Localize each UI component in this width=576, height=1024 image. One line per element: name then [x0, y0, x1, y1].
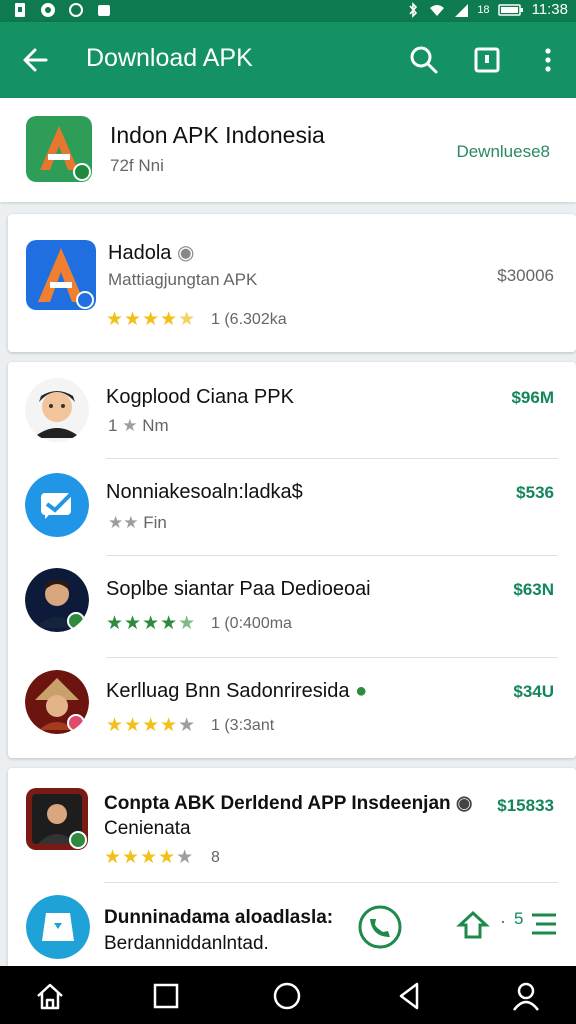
rating-count: 1 (3:3ant	[211, 717, 275, 734]
phone-icon[interactable]	[358, 905, 402, 949]
navigation-bar	[0, 966, 576, 1024]
app-price: 5	[514, 909, 524, 928]
share-icon[interactable]	[454, 907, 492, 945]
sim-icon	[15, 3, 25, 17]
back-icon[interactable]	[393, 980, 425, 1012]
app-name: Kerlluag Bnn Sadonriresida ●	[106, 680, 368, 702]
app-price: $15833	[497, 796, 554, 815]
app-name: Nonniakesoaln:ladka$	[106, 481, 303, 503]
app-name: Soplbe siantar Paa Dedioeoai	[106, 578, 371, 600]
list-item[interactable]: Dunninadama aloadlasla: Berdanniddanlnta…	[8, 883, 576, 966]
shopping-icon	[98, 5, 110, 16]
list-icon[interactable]	[528, 909, 558, 939]
signal-icon	[455, 3, 469, 17]
app-price: $30006	[497, 266, 554, 285]
star-rating: ★★★★★	[106, 309, 197, 330]
bottom-list-card: Conpta ABK Derldend APP Insdeenjan ◉ Cen…	[8, 768, 576, 966]
rating-count: 1 (0:400ma	[211, 615, 292, 632]
app-price: $536	[516, 483, 554, 502]
arrow-back-icon[interactable]	[18, 42, 54, 78]
app-name: Indon APK Indonesia	[110, 122, 325, 148]
list-item[interactable]: Kogplood Ciana PPK 1 ★ Nm $96M	[8, 362, 576, 458]
app-name: Kogplood Ciana PPK	[106, 386, 294, 408]
app-subtitle: ★★ Fin	[108, 513, 167, 532]
app-logo-icon	[26, 240, 96, 310]
app-subtitle: 72f Nni	[110, 156, 164, 175]
download-action[interactable]: Dewnluese8	[456, 142, 550, 162]
app-subtitle: Mattiagjungtan APK	[108, 270, 258, 289]
avatar-icon	[25, 378, 89, 442]
app-name: Dunninadama aloadlasla:	[104, 907, 334, 928]
badge-icon: ◉	[455, 793, 473, 814]
avatar-icon	[25, 568, 89, 632]
list-item[interactable]: Conpta ABK Derldend APP Insdeenjan ◉ Cen…	[8, 768, 576, 882]
circle-home-icon[interactable]	[271, 980, 303, 1012]
app-logo-icon	[26, 116, 92, 182]
battery-icon	[497, 3, 523, 16]
featured-app-card[interactable]: Hadola ◉ Mattiagjungtan APK $30006 ★★★★★…	[8, 214, 576, 352]
star-rating: ★★★★★	[104, 847, 195, 868]
clock: 11:38	[531, 1, 568, 18]
list-item[interactable]: Soplbe siantar Paa Dedioeoai ★★★★★ 1 (0:…	[8, 556, 576, 656]
search-icon[interactable]	[406, 42, 442, 78]
wifi-icon	[430, 4, 445, 16]
header-app-row[interactable]: Indon APK Indonesia 72f Nni Dewnluese8	[0, 98, 576, 202]
app-thumbnail-icon	[26, 788, 88, 850]
badge-icon: ◉	[176, 242, 195, 264]
app-price: $96M	[511, 388, 554, 407]
bluetooth-icon	[409, 1, 418, 18]
archive-icon	[26, 895, 90, 959]
app-price: $34U	[513, 682, 554, 701]
chat-icon	[25, 473, 89, 537]
sync-icon	[69, 3, 83, 17]
status-bar: 18 11:38	[0, 0, 576, 22]
app-name: Conpta ABK Derldend APP Insdeenjan ◉	[104, 793, 473, 814]
game-character-icon	[25, 670, 89, 734]
app-list-card: Kogplood Ciana PPK 1 ★ Nm $96M Nonniakes…	[8, 362, 576, 758]
list-item[interactable]: Nonniakesoaln:ladka$ ★★ Fin $536	[8, 459, 576, 555]
app-bar: Download APK	[0, 22, 576, 98]
notification-icon	[41, 3, 55, 17]
app-subtitle: 1 ★ Nm	[108, 416, 169, 435]
rating-count: 8	[211, 849, 220, 866]
dot-separator: ·	[500, 911, 506, 931]
rating-count: 1 (6.302ka	[211, 311, 287, 328]
list-item[interactable]: Kerlluag Bnn Sadonriresida ● ★★★★★ 1 (3:…	[8, 658, 576, 758]
app-price: $63N	[513, 580, 554, 599]
star-rating: ★★★★★	[106, 715, 197, 736]
home-icon[interactable]	[34, 980, 66, 1012]
open-in-icon[interactable]	[469, 42, 505, 78]
app-name-line2: Cenienata	[104, 818, 191, 839]
more-vert-icon[interactable]	[530, 42, 566, 78]
app-name-line2: Berdanniddanlntad.	[104, 933, 269, 954]
battery-level: 18	[477, 3, 490, 16]
page-title: Download APK	[86, 44, 253, 72]
app-name: Hadola ◉	[108, 242, 195, 264]
star-rating: ★★★★★	[106, 613, 197, 634]
person-icon[interactable]	[510, 980, 542, 1012]
recents-icon[interactable]	[150, 980, 182, 1012]
verified-icon: ●	[355, 680, 368, 702]
